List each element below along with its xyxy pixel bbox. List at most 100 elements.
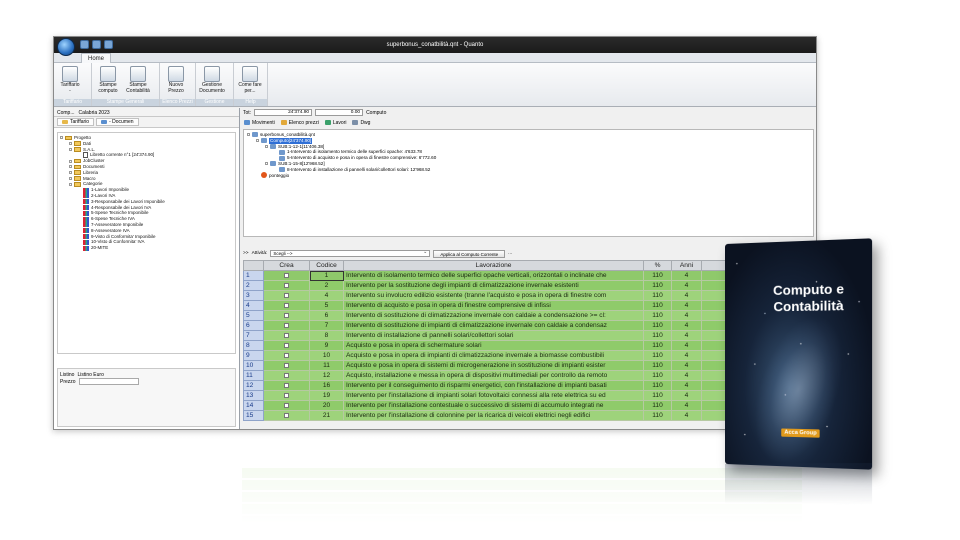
row-code[interactable]: 2	[309, 280, 344, 291]
checkbox-icon[interactable]	[284, 322, 289, 328]
grid-row[interactable]: 1 1 Intervento di isolamento termico delle…	[243, 270, 804, 281]
checkbox-icon[interactable]	[284, 412, 289, 418]
stampe-contabilita-button[interactable]: Stampe Contabilità	[125, 65, 151, 99]
apply-to-computo-button[interactable]: Applica al Computo Corrente	[433, 249, 506, 258]
tariffario-button[interactable]: Tariffario -	[57, 65, 83, 99]
grid-row[interactable]: 2 2 Intervento per la sostituzione degli i…	[243, 280, 804, 291]
row-code[interactable]: 8	[309, 330, 344, 341]
row-percent[interactable]: 110	[643, 360, 672, 371]
tree-toggle-icon[interactable]	[265, 144, 268, 148]
create-checkbox[interactable]	[263, 410, 310, 421]
create-checkbox[interactable]	[263, 340, 310, 351]
grid-header-crea[interactable]: Crea	[263, 260, 310, 271]
grid-row[interactable]: 14 20 Intervento per l'installazione conte…	[243, 400, 804, 411]
computo-dropdown[interactable]: Comp...	[57, 110, 75, 116]
tree-toggle-icon[interactable]	[69, 182, 72, 186]
row-description[interactable]: Intervento di installazione di pannelli …	[343, 330, 644, 341]
row-description[interactable]: Acquisto, installazione e messa in opera…	[343, 370, 644, 381]
row-percent[interactable]: 110	[643, 370, 672, 381]
checkbox-icon[interactable]	[284, 302, 289, 308]
create-checkbox[interactable]	[263, 370, 310, 381]
grid-row[interactable]: 13 19 Intervento per l'installazione di im…	[243, 390, 804, 401]
row-code[interactable]: 19	[309, 390, 344, 401]
checkbox-icon[interactable]	[284, 342, 289, 348]
row-years[interactable]: 4	[671, 330, 702, 341]
row-description[interactable]: Intervento per la sostituzione degli imp…	[343, 280, 644, 291]
row-code[interactable]: 7	[309, 320, 344, 331]
gestione-documento-button[interactable]: Gestione Documento	[199, 65, 225, 99]
grid-row[interactable]: 11 12 Acquisto, installazione e messa in o…	[243, 370, 804, 381]
tab-lavori[interactable]: Lavori	[324, 120, 346, 126]
nuovo-prezzo-button[interactable]: Nuovo Prezzo	[163, 65, 189, 99]
checkbox-icon[interactable]	[284, 312, 289, 318]
tab-elenco-prezzi[interactable]: Elenco prezzi	[280, 120, 319, 126]
row-percent[interactable]: 110	[643, 320, 672, 331]
checkbox-icon[interactable]	[284, 332, 289, 338]
row-description[interactable]: Intervento di sostituzione di impianti d…	[343, 320, 644, 331]
tree-toggle-icon[interactable]	[69, 171, 72, 175]
create-checkbox[interactable]	[263, 320, 310, 331]
stampe-computo-button[interactable]: Stampe computo	[95, 65, 121, 99]
prezzo-select[interactable]	[78, 378, 139, 385]
row-percent[interactable]: 110	[643, 410, 672, 421]
row-description[interactable]: Acquisto e posa in opera di impianti di …	[343, 350, 644, 361]
row-years[interactable]: 4	[671, 400, 702, 411]
tree-toggle-icon[interactable]	[69, 142, 72, 146]
row-code[interactable]: 20	[309, 400, 344, 411]
grid-row[interactable]: 6 7 Intervento di sostituzione di impianti…	[243, 320, 804, 331]
row-code[interactable]: 12	[309, 370, 344, 381]
row-description[interactable]: Intervento su involucro edilizio esisten…	[343, 290, 644, 301]
row-percent[interactable]: 110	[643, 400, 672, 411]
row-percent[interactable]: 110	[643, 280, 672, 291]
create-checkbox[interactable]	[263, 310, 310, 321]
checkbox-icon[interactable]	[284, 282, 289, 288]
grid-row[interactable]: 8 9 Acquisto e posa in opera di schermatur…	[243, 340, 804, 351]
tab-tariffario[interactable]: Tariffario	[57, 118, 95, 126]
row-years[interactable]: 4	[671, 270, 702, 281]
row-percent[interactable]: 110	[643, 340, 672, 351]
create-checkbox[interactable]	[263, 400, 310, 411]
create-checkbox[interactable]	[263, 380, 310, 391]
row-percent[interactable]: 110	[643, 270, 672, 281]
tab-dwg[interactable]: Dwg	[352, 120, 370, 126]
row-code[interactable]: 10	[309, 350, 344, 361]
create-checkbox[interactable]	[263, 280, 310, 291]
more-button[interactable]: ...	[508, 251, 512, 256]
row-percent[interactable]: 110	[643, 290, 672, 301]
grid-row[interactable]: 12 16 Intervento per il conseguimento di r…	[243, 380, 804, 391]
grid-header-percent[interactable]: %	[643, 260, 672, 271]
row-code[interactable]: 1	[309, 270, 344, 281]
row-description[interactable]: Acquisto e posa in opera di schermature …	[343, 340, 644, 351]
checkbox-icon[interactable]	[284, 382, 289, 388]
row-code[interactable]: 9	[309, 340, 344, 351]
row-years[interactable]: 4	[671, 300, 702, 311]
tab-home[interactable]: Home	[81, 53, 112, 63]
row-code[interactable]: 4	[309, 290, 344, 301]
checkbox-icon[interactable]	[284, 392, 289, 398]
row-years[interactable]: 4	[671, 290, 702, 301]
grid-row[interactable]: 5 6 Intervento di sostituzione di climatiz…	[243, 310, 804, 321]
row-description[interactable]: Intervento per l'installazione di colonn…	[343, 410, 644, 421]
row-description[interactable]: Intervento di acquisto e posa in opera d…	[343, 300, 644, 311]
row-description[interactable]: Intervento per l'installazione contestua…	[343, 400, 644, 411]
tree-toggle-icon[interactable]	[69, 159, 72, 163]
grid-row[interactable]: 3 4 Intervento su involucro edilizio esist…	[243, 290, 804, 301]
app-menu-orb[interactable]	[57, 38, 75, 56]
row-description[interactable]: Intervento di isolamento termico delle s…	[343, 270, 644, 281]
grid-header-lavorazione[interactable]: Lavorazione	[343, 260, 644, 271]
checkbox-icon[interactable]	[284, 352, 289, 358]
grid-row[interactable]: 7 8 Intervento di installazione di pannell…	[243, 330, 804, 341]
row-description[interactable]: Intervento per il conseguimento di rispa…	[343, 380, 644, 391]
computo-node[interactable]: ponteggio	[247, 172, 810, 179]
tree-toggle-icon[interactable]	[256, 139, 259, 143]
tree-toggle-icon[interactable]	[265, 162, 268, 166]
checkbox-icon[interactable]	[284, 292, 289, 298]
row-years[interactable]: 4	[671, 340, 702, 351]
create-checkbox[interactable]	[263, 390, 310, 401]
grid-row[interactable]: 15 21 Intervento per l'installazione di co…	[243, 410, 804, 421]
grid-row[interactable]: 4 5 Intervento di acquisto e posa in opera…	[243, 300, 804, 311]
row-years[interactable]: 4	[671, 380, 702, 391]
row-percent[interactable]: 110	[643, 310, 672, 321]
row-code[interactable]: 5	[309, 300, 344, 311]
row-description[interactable]: Intervento per l'installazione di impian…	[343, 390, 644, 401]
